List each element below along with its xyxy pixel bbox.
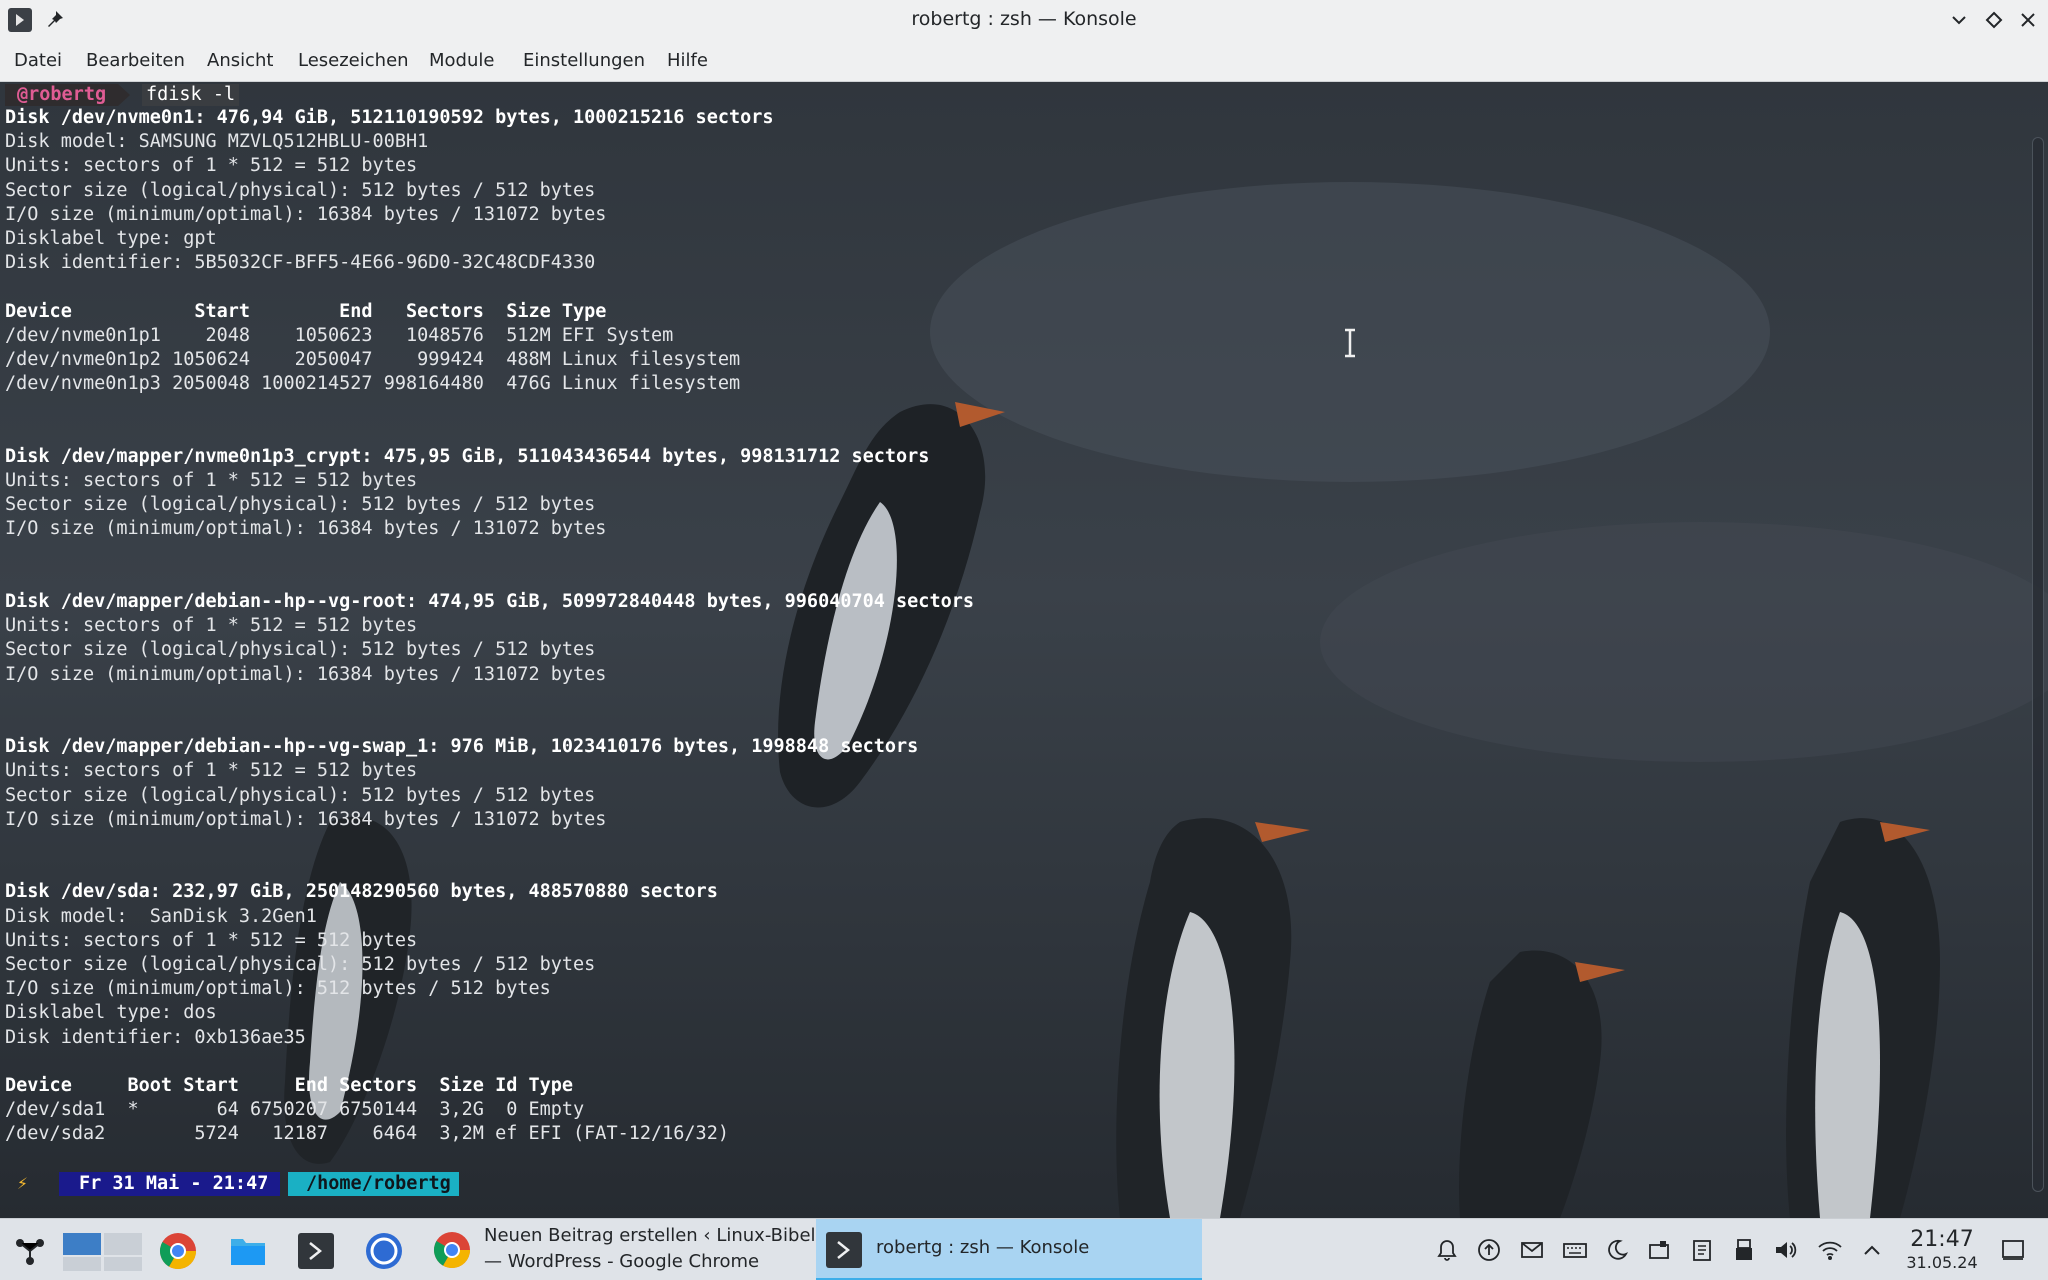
terminal-output-line: I/O size (minimum/optimal): 512 bytes / …	[5, 978, 551, 1000]
prompt-command: fdisk -l	[142, 84, 240, 106]
volume-icon[interactable]	[1773, 1237, 1799, 1263]
menu-datei[interactable]: Datei	[14, 50, 62, 71]
terminal-output-line: Disk /dev/sda: 232,97 GiB, 250148290560 …	[5, 881, 718, 903]
prompt-line: @robertg fdisk -l	[5, 82, 240, 106]
terminal-output-line: Units: sectors of 1 * 512 = 512 bytes	[5, 760, 418, 782]
show-desktop-icon[interactable]	[2000, 1237, 2026, 1263]
terminal-output-line: Units: sectors of 1 * 512 = 512 bytes	[5, 929, 418, 951]
menu-bearbeiten[interactable]: Bearbeiten	[86, 50, 185, 71]
terminal-output-line: I/O size (minimum/optimal): 16384 bytes …	[5, 808, 607, 830]
terminal-output-line: Disk model: SAMSUNG MZVLQ512HBLU-00BH1	[5, 131, 429, 153]
terminal-output-line: Sector size (logical/physical): 512 byte…	[5, 639, 596, 661]
menu-hilfe[interactable]: Hilfe	[667, 50, 708, 71]
lightning-icon: ⚡	[17, 1173, 28, 1194]
task-label: robertg : zsh — Konsole	[876, 1237, 1090, 1258]
usb-drive-icon[interactable]	[1731, 1237, 1757, 1263]
update-icon[interactable]	[1476, 1237, 1502, 1263]
menu-module[interactable]: Module	[429, 50, 494, 71]
task-konsole[interactable]: robertg : zsh — Konsole	[816, 1219, 1202, 1280]
terminal-area[interactable]: @robertg fdisk -l Disk /dev/nvme0n1: 476…	[0, 82, 2048, 1218]
clock-time[interactable]: 21:47	[1903, 1227, 1981, 1252]
terminal-scrollbar[interactable]	[2032, 137, 2044, 1192]
title-bar: robertg : zsh — Konsole	[0, 0, 2048, 40]
prompt-user-segment: @robertg	[5, 84, 131, 106]
virtual-desktop-pager-icon[interactable]	[62, 1231, 144, 1271]
prompt-line-2: ⚡ Fr 31 Mai - 21:47 /home/robertg	[5, 1172, 459, 1196]
terminal-output-line: Disklabel type: gpt	[5, 228, 217, 249]
text-cursor-icon	[1345, 328, 1355, 358]
terminal-output-line: Disk /dev/mapper/debian--hp--vg-swap_1: …	[5, 736, 919, 758]
minimize-icon[interactable]	[1947, 8, 1971, 32]
terminal-output-line: Sector size (logical/physical): 512 byte…	[5, 954, 596, 975]
menu-ansicht[interactable]: Ansicht	[207, 50, 273, 71]
alarm-icon[interactable]	[1434, 1237, 1460, 1263]
menu-lesezeichen[interactable]: Lesezeichen	[298, 50, 409, 71]
konsole-icon[interactable]	[296, 1231, 336, 1271]
terminal-output-line: Disk identifier: 0xb136ae35	[5, 1026, 306, 1048]
application-launcher-icon[interactable]	[10, 1231, 50, 1271]
terminal-output-line: Units: sectors of 1 * 512 = 512 bytes	[5, 155, 418, 177]
terminal-output-line: Disk /dev/mapper/nvme0n1p3_crypt: 475,95…	[5, 445, 930, 467]
terminal-output-line: Units: sectors of 1 * 512 = 512 bytes	[5, 470, 418, 491]
terminal-output-line: Disk /dev/nvme0n1: 476,94 GiB, 512110190…	[5, 107, 774, 128]
terminal-output: @robertg fdisk -l Disk /dev/nvme0n1: 476…	[5, 82, 2015, 1218]
task-label-line1: Neuen Beitrag erstellen ‹ Linux-Bibel	[484, 1225, 816, 1246]
terminal-output-line: Sector size (logical/physical): 512 byte…	[5, 494, 596, 516]
clipboard-icon[interactable]	[1689, 1237, 1715, 1263]
terminal-output-line: Sector size (logical/physical): 512 byte…	[5, 784, 596, 806]
wifi-icon[interactable]	[1817, 1237, 1843, 1263]
terminal-output-line: Disk model: SanDisk 3.2Gen1	[5, 905, 317, 927]
terminal-output-line: /dev/nvme0n1p3 2050048 1000214527 998164…	[5, 373, 741, 395]
mail-icon[interactable]	[1519, 1237, 1545, 1263]
keyboard-icon[interactable]	[1562, 1237, 1588, 1263]
terminal-output-line: I/O size (minimum/optimal): 16384 bytes …	[5, 663, 607, 685]
chevron-up-icon[interactable]	[1859, 1237, 1885, 1263]
terminal-output-line: /dev/sda1 * 64 6750207 6750144 3,2G 0 Em…	[5, 1099, 585, 1121]
terminal-output-line: Device Boot Start End Sectors Size Id Ty…	[5, 1075, 574, 1096]
window-title: robertg : zsh — Konsole	[911, 8, 1137, 30]
task-chrome-wordpress[interactable]: Neuen Beitrag erstellen ‹ Linux-Bibel — …	[424, 1219, 816, 1280]
terminal-output-line: Disk /dev/mapper/debian--hp--vg-root: 47…	[5, 591, 975, 612]
clock-date[interactable]: 31.05.24	[1898, 1253, 1986, 1272]
prompt-datetime: Fr 31 Mai - 21:47	[59, 1172, 281, 1196]
konsole-task-icon	[826, 1232, 862, 1268]
file-manager-icon[interactable]	[228, 1231, 268, 1271]
chrome-task-icon	[433, 1232, 470, 1269]
terminal-output-line: Disklabel type: dos	[5, 1002, 217, 1024]
terminal-output-line: Sector size (logical/physical): 512 byte…	[5, 179, 596, 201]
night-color-icon[interactable]	[1604, 1237, 1630, 1263]
chrome-icon[interactable]	[158, 1231, 198, 1271]
terminal-output-line: Device Start End Sectors Size Type	[5, 300, 607, 322]
terminal-output-line: /dev/nvme0n1p1 2048 1050623 1048576 512M…	[5, 324, 674, 346]
terminal-output-line: Units: sectors of 1 * 512 = 512 bytes	[5, 615, 418, 637]
terminal-output-line: /dev/sda2 5724 12187 6464 3,2M ef EFI (F…	[5, 1123, 729, 1145]
terminal-output-line: I/O size (minimum/optimal): 16384 bytes …	[5, 203, 607, 225]
menu-einstellungen[interactable]: Einstellungen	[523, 50, 645, 71]
circle-app-icon[interactable]	[364, 1231, 404, 1271]
prompt-path: /home/robertg	[288, 1172, 459, 1196]
task-label-line2: — WordPress - Google Chrome	[484, 1251, 760, 1272]
taskbar: Neuen Beitrag erstellen ‹ Linux-Bibel — …	[0, 1218, 2048, 1280]
menu-bar: Datei Bearbeiten Ansicht Lesezeichen Mod…	[0, 40, 2048, 82]
terminal-output-line: Disk identifier: 5B5032CF-BFF5-4E66-96D0…	[5, 252, 596, 274]
maximize-icon[interactable]	[1982, 8, 2006, 32]
removable-device-icon[interactable]	[1646, 1237, 1672, 1263]
close-icon[interactable]	[2016, 8, 2040, 32]
terminal-output-line: /dev/nvme0n1p2 1050624 2050047 999424 48…	[5, 349, 741, 370]
terminal-output-line: I/O size (minimum/optimal): 16384 bytes …	[5, 518, 607, 540]
